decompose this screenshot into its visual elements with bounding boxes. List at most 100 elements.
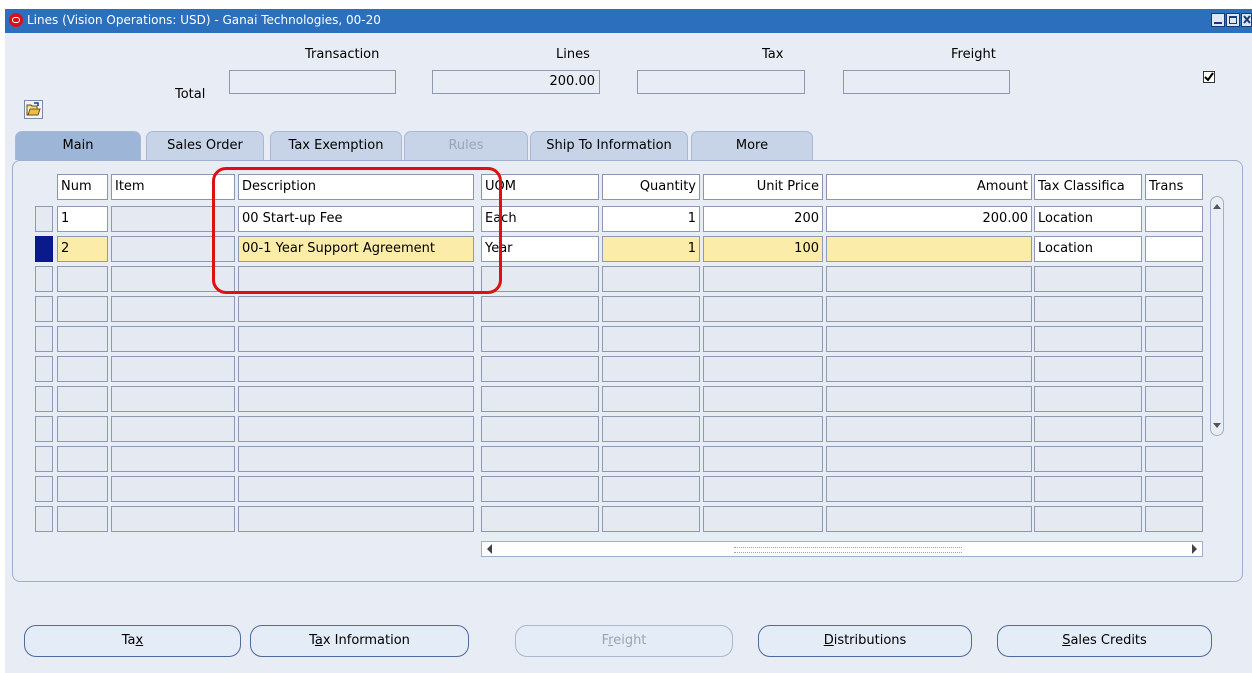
row-selector[interactable] <box>35 296 53 322</box>
tax-classification-cell[interactable]: Location <box>1034 206 1142 232</box>
empty-cell[interactable] <box>238 266 474 292</box>
empty-cell[interactable] <box>602 446 700 472</box>
empty-cell[interactable] <box>602 326 700 352</box>
empty-cell[interactable] <box>111 386 235 412</box>
empty-cell[interactable] <box>238 386 474 412</box>
empty-cell[interactable] <box>703 446 823 472</box>
sales-credits-button[interactable]: Sales Credits <box>997 625 1212 657</box>
empty-cell[interactable] <box>602 476 700 502</box>
empty-cell[interactable] <box>1034 296 1142 322</box>
tax-button[interactable]: Tax <box>24 625 241 657</box>
empty-cell[interactable] <box>1034 446 1142 472</box>
folder-icon[interactable] <box>24 100 43 119</box>
horizontal-scrollbar[interactable] <box>481 541 1203 557</box>
trans-cell[interactable] <box>1145 236 1203 262</box>
empty-cell[interactable] <box>703 296 823 322</box>
empty-cell[interactable] <box>826 356 1032 382</box>
empty-cell[interactable] <box>1145 326 1203 352</box>
close-icon[interactable] <box>1241 13 1252 27</box>
empty-cell[interactable] <box>1145 506 1203 532</box>
empty-cell[interactable] <box>57 356 108 382</box>
unit-price-cell[interactable]: 100 <box>703 236 823 262</box>
empty-cell[interactable] <box>57 416 108 442</box>
empty-cell[interactable] <box>602 506 700 532</box>
row-selector[interactable] <box>35 506 53 532</box>
empty-cell[interactable] <box>57 386 108 412</box>
tax-total-field[interactable] <box>637 70 805 94</box>
scroll-right-icon[interactable] <box>1190 543 1200 555</box>
empty-cell[interactable] <box>1145 356 1203 382</box>
row-selector[interactable] <box>35 266 53 292</box>
empty-cell[interactable] <box>826 506 1032 532</box>
freight-total-field[interactable] <box>843 70 1010 94</box>
empty-cell[interactable] <box>111 446 235 472</box>
trans-cell[interactable] <box>1145 206 1203 232</box>
empty-cell[interactable] <box>826 476 1032 502</box>
empty-cell[interactable] <box>703 266 823 292</box>
empty-cell[interactable] <box>1034 416 1142 442</box>
empty-cell[interactable] <box>481 476 599 502</box>
empty-cell[interactable] <box>57 326 108 352</box>
scroll-up-icon[interactable] <box>1212 202 1222 210</box>
distributions-button[interactable]: Distributions <box>758 625 972 657</box>
empty-cell[interactable] <box>57 266 108 292</box>
amount-cell[interactable]: 200.00 <box>826 206 1032 232</box>
empty-cell[interactable] <box>238 296 474 322</box>
empty-cell[interactable] <box>481 416 599 442</box>
vertical-scrollbar[interactable] <box>1208 192 1226 442</box>
empty-cell[interactable] <box>111 296 235 322</box>
column-header-trans[interactable]: Trans <box>1145 174 1203 200</box>
row-selector[interactable] <box>35 386 53 412</box>
tax-classification-cell[interactable]: Location <box>1034 236 1142 262</box>
empty-cell[interactable] <box>57 506 108 532</box>
scroll-left-icon[interactable] <box>485 543 495 555</box>
empty-cell[interactable] <box>703 356 823 382</box>
row-selector[interactable] <box>35 446 53 472</box>
empty-cell[interactable] <box>602 266 700 292</box>
empty-cell[interactable] <box>1145 296 1203 322</box>
empty-cell[interactable] <box>1034 476 1142 502</box>
empty-cell[interactable] <box>238 416 474 442</box>
empty-cell[interactable] <box>826 446 1032 472</box>
column-header-item[interactable]: Item <box>111 174 235 200</box>
empty-cell[interactable] <box>111 506 235 532</box>
empty-cell[interactable] <box>1034 266 1142 292</box>
tab-ship-to-information[interactable]: Ship To Information <box>530 131 688 160</box>
empty-cell[interactable] <box>238 476 474 502</box>
empty-cell[interactable] <box>1034 506 1142 532</box>
empty-cell[interactable] <box>481 386 599 412</box>
scroll-down-icon[interactable] <box>1212 422 1222 430</box>
empty-cell[interactable] <box>703 476 823 502</box>
lines-total-field[interactable]: 200.00 <box>432 70 600 94</box>
empty-cell[interactable] <box>1145 446 1203 472</box>
empty-cell[interactable] <box>826 266 1032 292</box>
row-selector[interactable] <box>35 476 53 502</box>
empty-cell[interactable] <box>703 416 823 442</box>
empty-cell[interactable] <box>1145 476 1203 502</box>
empty-cell[interactable] <box>826 386 1032 412</box>
transaction-total-field[interactable] <box>229 70 396 94</box>
row-selector[interactable] <box>35 416 53 442</box>
amount-cell[interactable] <box>826 236 1032 262</box>
empty-cell[interactable] <box>57 446 108 472</box>
row-selector[interactable] <box>35 326 53 352</box>
empty-cell[interactable] <box>703 326 823 352</box>
empty-cell[interactable] <box>826 296 1032 322</box>
empty-cell[interactable] <box>1145 416 1203 442</box>
description-cell[interactable]: 00 Start-up Fee <box>238 206 474 232</box>
maximize-icon[interactable] <box>1226 13 1240 27</box>
empty-cell[interactable] <box>481 326 599 352</box>
empty-cell[interactable] <box>57 476 108 502</box>
column-header-num[interactable]: Num <box>57 174 108 200</box>
empty-cell[interactable] <box>481 266 599 292</box>
empty-cell[interactable] <box>481 296 599 322</box>
scroll-thumb[interactable] <box>734 547 962 553</box>
empty-cell[interactable] <box>238 326 474 352</box>
uom-cell[interactable]: Year <box>481 236 599 262</box>
empty-cell[interactable] <box>1145 386 1203 412</box>
empty-cell[interactable] <box>111 356 235 382</box>
num-cell[interactable]: 1 <box>57 206 108 232</box>
empty-cell[interactable] <box>602 386 700 412</box>
column-header-tax-classification[interactable]: Tax Classifica <box>1034 174 1142 200</box>
item-cell[interactable] <box>111 236 235 262</box>
